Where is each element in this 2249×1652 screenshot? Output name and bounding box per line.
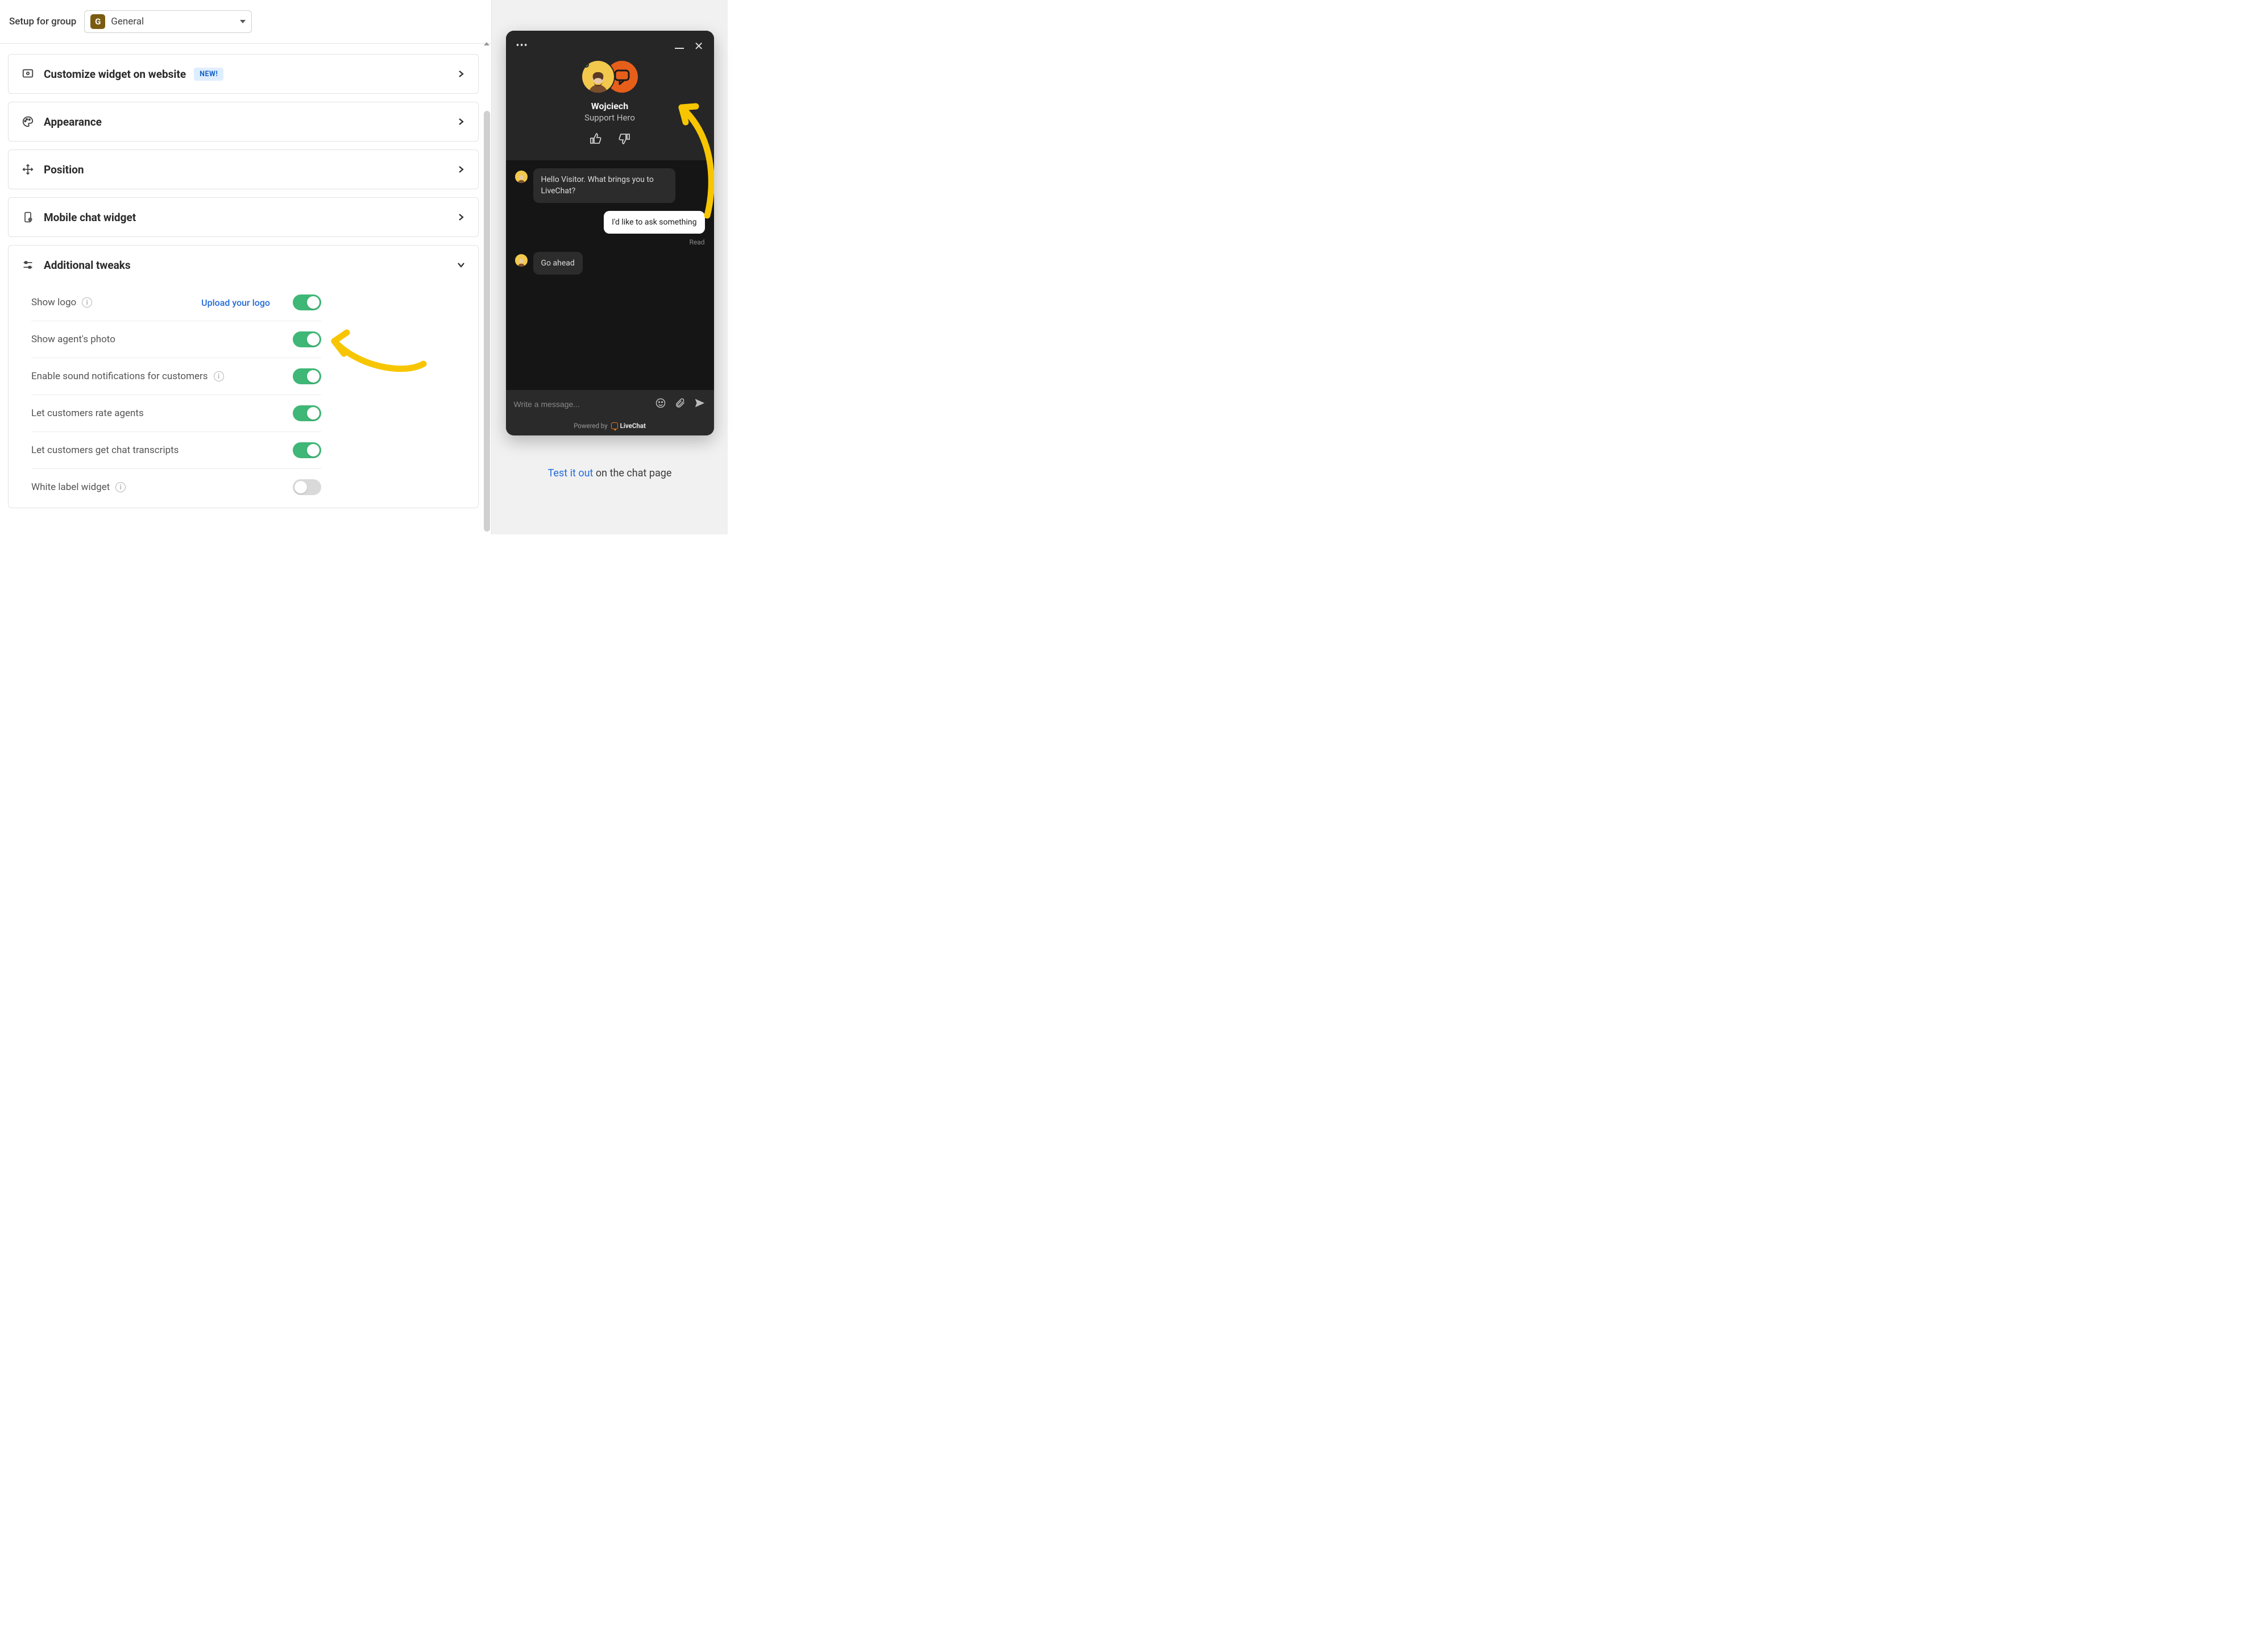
message-bubble: I'd like to ask something [604, 211, 704, 234]
rate-buttons [589, 132, 631, 148]
tweak-row-agent-photo: Show agent's photo [31, 321, 321, 358]
toggle-agent-photo[interactable] [293, 331, 321, 347]
toggle-show-logo[interactable] [293, 294, 321, 310]
close-icon[interactable]: ✕ [694, 40, 704, 52]
toggle-transcripts[interactable] [293, 442, 321, 458]
caret-down-icon [240, 20, 246, 23]
chevron-right-icon [457, 165, 466, 174]
mobile-icon [21, 210, 35, 224]
panel-mobile-title: Mobile chat widget [44, 211, 447, 224]
read-receipt: Read [515, 238, 705, 246]
tweak-label: Let customers get chat transcripts [31, 445, 179, 456]
toggle-sound[interactable] [293, 368, 321, 384]
chevron-down-icon [457, 260, 466, 269]
emoji-icon[interactable] [655, 397, 666, 411]
group-selector[interactable]: G General [84, 10, 252, 33]
message-bubble: Go ahead [533, 252, 583, 275]
tweak-label: White label widget [31, 482, 110, 493]
panel-position-header[interactable]: Position [9, 150, 478, 189]
panel-tweaks: Additional tweaks Show logo i Upload you… [8, 245, 479, 508]
mini-avatar [515, 254, 528, 267]
panel-position-title: Position [44, 163, 447, 176]
monitor-icon [21, 67, 35, 81]
panel-customize-title: Customize widget on website [44, 68, 186, 81]
message-row-agent: Go ahead [515, 252, 705, 275]
panel-mobile: Mobile chat widget [8, 197, 479, 237]
tweak-label: Enable sound notifications for customers [31, 371, 208, 382]
move-icon [21, 163, 35, 176]
chevron-right-icon [457, 213, 466, 222]
setup-label: Setup for group [9, 16, 76, 27]
powered-by: Powered by LiveChat [506, 418, 714, 435]
message-row-agent: Hello Visitor. What brings you to LiveCh… [515, 168, 705, 203]
scrollbar[interactable] [483, 40, 491, 534]
livechat-brand-text: LiveChat [620, 422, 646, 430]
agent-role: Support Hero [584, 113, 635, 123]
chevron-right-icon [457, 117, 466, 126]
send-icon[interactable] [694, 397, 706, 412]
message-input[interactable] [514, 400, 647, 409]
tweak-row-rate: Let customers rate agents [31, 395, 321, 432]
tweak-label: Let customers rate agents [31, 408, 144, 419]
minimize-icon[interactable] [675, 48, 684, 49]
info-icon[interactable]: i [214, 371, 224, 381]
toggle-white-label[interactable] [293, 479, 321, 495]
panel-appearance: Appearance [8, 102, 479, 142]
upload-logo-link[interactable]: Upload your logo [201, 297, 270, 308]
panel-position: Position [8, 150, 479, 189]
info-icon[interactable]: i [115, 482, 126, 492]
message-bubble: Hello Visitor. What brings you to LiveCh… [533, 168, 675, 203]
scroll-up-icon [484, 42, 489, 45]
livechat-brand-icon [611, 422, 618, 429]
message-row-visitor: I'd like to ask something [515, 211, 705, 234]
sliders-icon [21, 258, 35, 272]
tweak-label: Show agent's photo [31, 334, 115, 345]
new-badge: NEW! [194, 68, 223, 81]
powered-by-prefix: Powered by [574, 422, 608, 430]
tweak-row-transcripts: Let customers get chat transcripts [31, 432, 321, 469]
livechat-brand[interactable]: LiveChat [611, 422, 646, 430]
panel-tweaks-title: Additional tweaks [44, 259, 447, 272]
thumbs-up-icon[interactable] [589, 132, 603, 148]
palette-icon [21, 115, 35, 128]
panel-customize-header[interactable]: Customize widget on website NEW! [9, 55, 478, 93]
status-online-icon [583, 62, 589, 68]
chat-header: ••• ✕ Wojciech Support Hero [506, 31, 714, 160]
group-badge: G [90, 14, 105, 29]
tweak-label: Show logo [31, 297, 76, 308]
chat-widget-preview: ••• ✕ Wojciech Support Hero [506, 31, 714, 435]
toggle-rate[interactable] [293, 405, 321, 421]
group-name: General [111, 16, 234, 27]
chat-body: Hello Visitor. What brings you to LiveCh… [506, 160, 714, 390]
thumbs-down-icon[interactable] [617, 132, 631, 148]
tweak-row-white-label: White label widget i [31, 469, 321, 505]
agent-avatar [582, 61, 614, 93]
tweak-row-sound: Enable sound notifications for customers… [31, 358, 321, 395]
panel-appearance-title: Appearance [44, 115, 447, 128]
test-suffix: on the chat page [593, 467, 671, 479]
chevron-right-icon [457, 69, 466, 78]
mini-avatar [515, 171, 528, 183]
chat-input-bar [506, 390, 714, 418]
test-it-out-link[interactable]: Test it out [548, 467, 594, 479]
setup-topbar: Setup for group G General [0, 0, 491, 44]
attachment-icon[interactable] [674, 397, 686, 411]
agent-name: Wojciech [591, 101, 628, 111]
tweaks-body: Show logo i Upload your logo Show agent'… [9, 284, 478, 508]
info-icon[interactable]: i [82, 297, 92, 308]
tweak-row-show-logo: Show logo i Upload your logo [31, 284, 321, 321]
scroll-thumb[interactable] [484, 111, 490, 532]
panel-appearance-header[interactable]: Appearance [9, 102, 478, 141]
panel-customize: Customize widget on website NEW! [8, 54, 479, 94]
panel-tweaks-header[interactable]: Additional tweaks [9, 246, 478, 284]
test-it-out-line: Test it out on the chat page [548, 467, 672, 479]
panel-mobile-header[interactable]: Mobile chat widget [9, 198, 478, 236]
more-menu-icon[interactable]: ••• [516, 40, 528, 52]
